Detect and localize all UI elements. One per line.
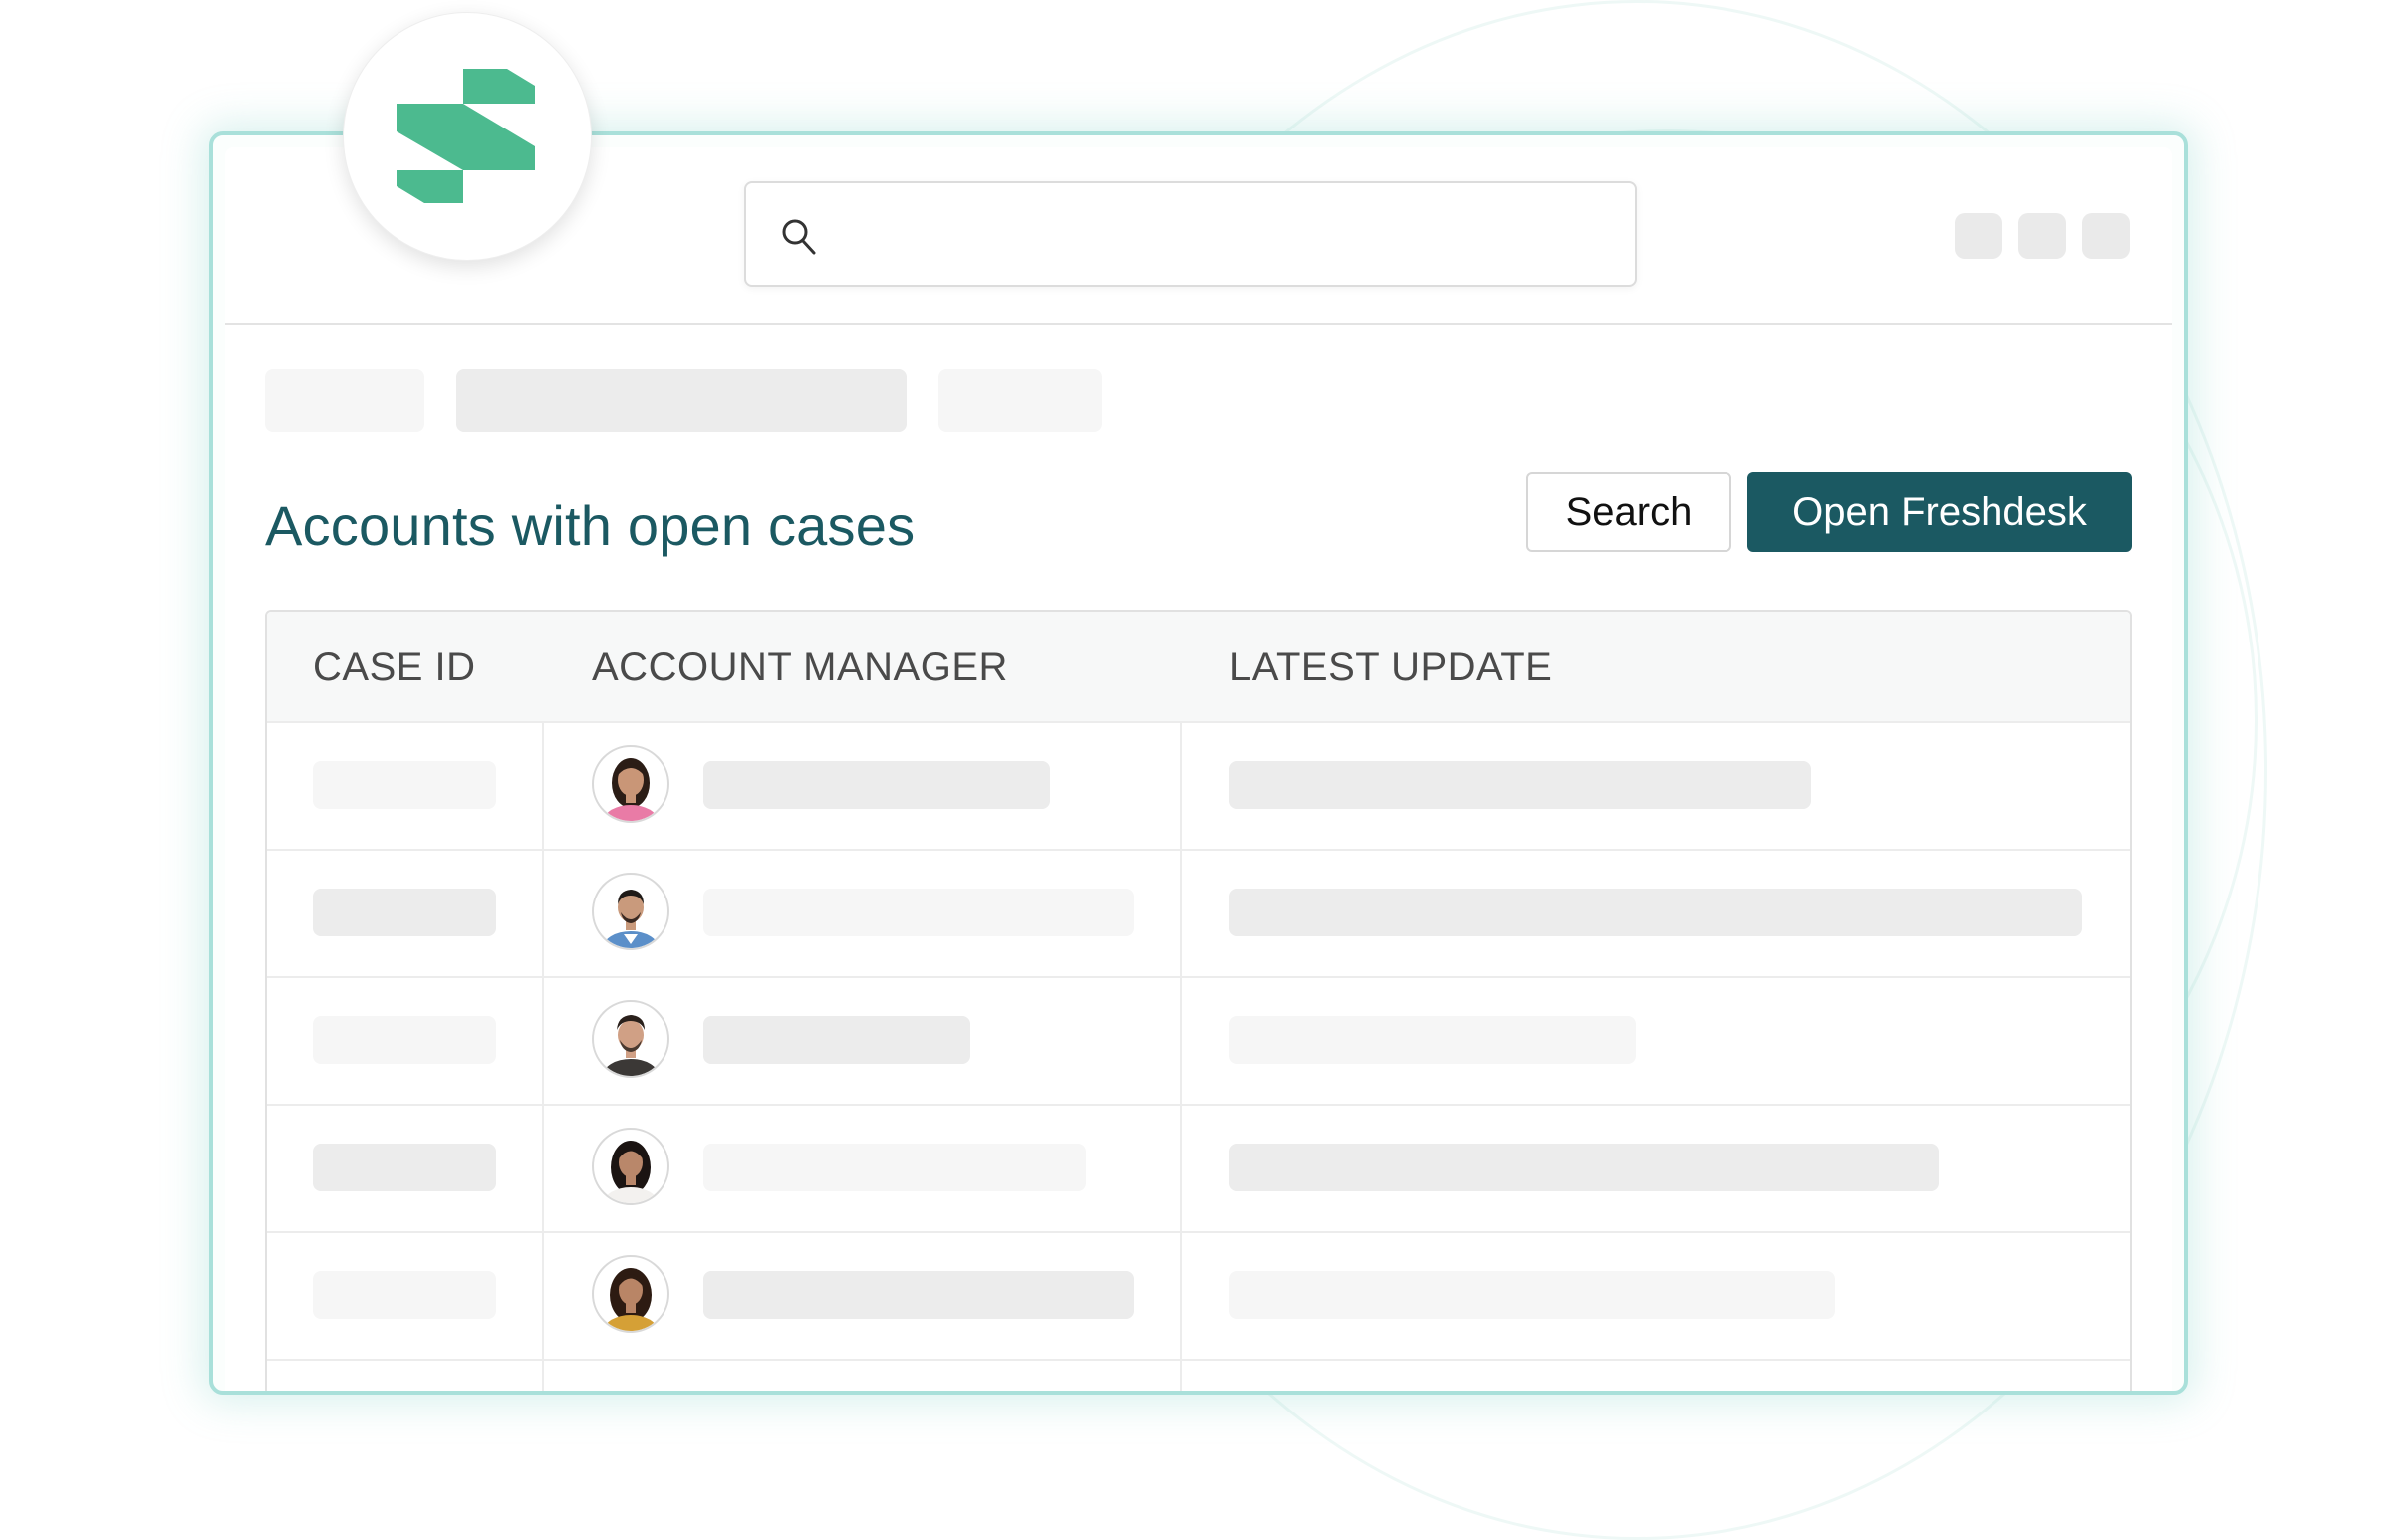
manager-name-placeholder: [703, 1016, 970, 1064]
window-control-button[interactable]: [1955, 213, 2002, 259]
s-logo-icon: [397, 69, 535, 203]
breadcrumb-placeholder: [265, 369, 424, 432]
case-id-placeholder: [313, 761, 496, 809]
case-id-placeholder: [313, 1271, 496, 1319]
case-id-placeholder: [313, 1144, 496, 1191]
manager-name-placeholder: [703, 1144, 1086, 1191]
table-row[interactable]: [267, 1104, 2130, 1233]
avatar: [592, 1255, 669, 1333]
window-control-button[interactable]: [2082, 213, 2130, 259]
avatar: [592, 873, 669, 950]
page-title: Accounts with open cases: [265, 494, 916, 557]
column-header-latest-update: LATEST UPDATE: [1229, 645, 1553, 689]
avatar: [592, 1000, 669, 1078]
case-id-placeholder: [313, 889, 496, 936]
search-button[interactable]: Search: [1526, 472, 1731, 552]
search-input[interactable]: [744, 181, 1637, 287]
app-logo: [343, 12, 592, 261]
table-row[interactable]: [267, 1231, 2130, 1361]
manager-name-placeholder: [703, 889, 1134, 936]
breadcrumb-placeholder: [456, 369, 907, 432]
app-window: Accounts with open cases Search Open Fre…: [209, 131, 2188, 1395]
table-row[interactable]: [267, 721, 2130, 851]
open-freshdesk-button[interactable]: Open Freshdesk: [1747, 472, 2132, 552]
case-id-placeholder: [313, 1016, 496, 1064]
avatar: [592, 1128, 669, 1205]
search-icon: [782, 219, 816, 255]
manager-name-placeholder: [703, 761, 1050, 809]
latest-update-placeholder: [1229, 1271, 1835, 1319]
latest-update-placeholder: [1229, 761, 1811, 809]
manager-name-placeholder: [703, 1271, 1134, 1319]
app-window-content: Accounts with open cases Search Open Fre…: [225, 147, 2172, 1391]
table-row[interactable]: [267, 849, 2130, 978]
latest-update-placeholder: [1229, 1144, 1939, 1191]
latest-update-placeholder: [1229, 889, 2082, 936]
latest-update-placeholder: [1229, 1016, 1636, 1064]
column-header-account-manager: ACCOUNT MANAGER: [592, 645, 1008, 689]
column-header-case-id: CASE ID: [313, 645, 476, 689]
window-control-button[interactable]: [2018, 213, 2066, 259]
table-header: CASE ID ACCOUNT MANAGER LATEST UPDATE: [267, 612, 2130, 723]
cases-table: CASE ID ACCOUNT MANAGER LATEST UPDATE: [265, 610, 2132, 1391]
breadcrumb-placeholder: [938, 369, 1102, 432]
table-row[interactable]: [267, 976, 2130, 1106]
avatar: [592, 745, 669, 823]
